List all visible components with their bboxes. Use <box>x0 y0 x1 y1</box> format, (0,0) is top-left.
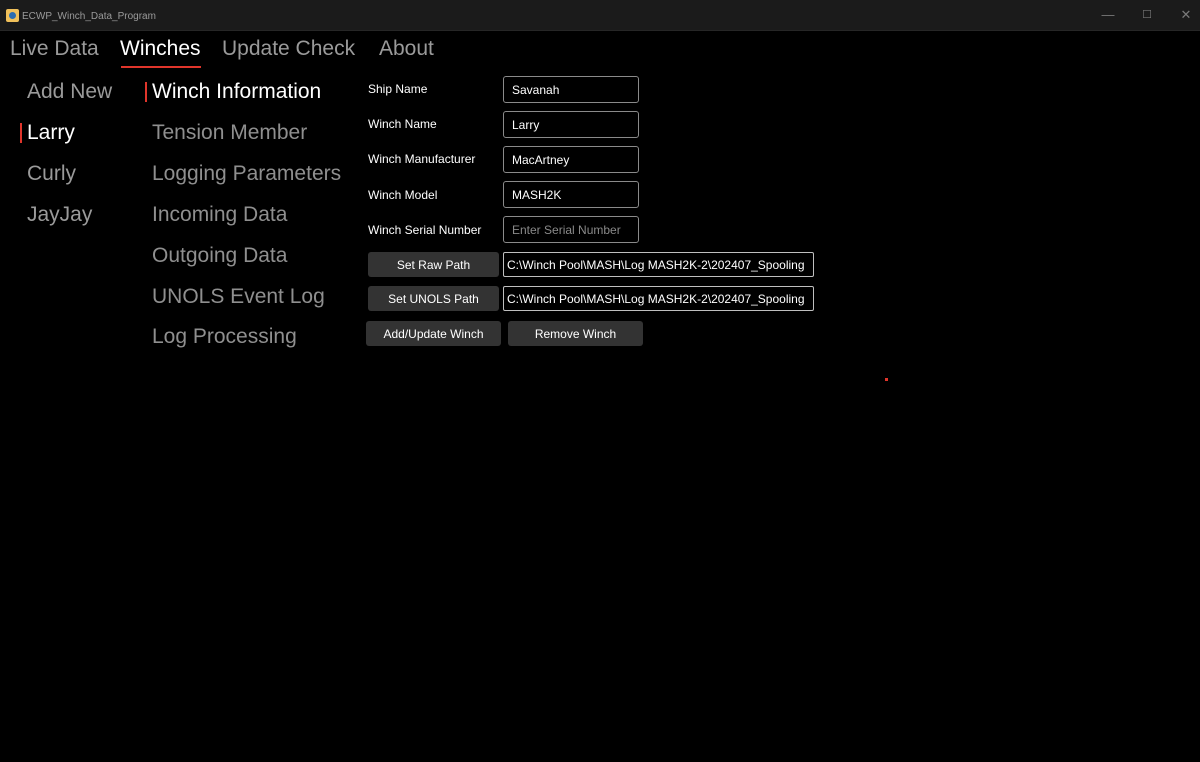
winch-list-add-new[interactable]: Add New <box>27 80 112 104</box>
window-title: ECWP_Winch_Data_Program <box>22 11 156 22</box>
title-bar: ECWP_Winch_Data_Program — ☐ ✕ <box>0 0 1200 31</box>
tab-live-data[interactable]: Live Data <box>10 37 99 61</box>
cursor-dot <box>885 378 888 381</box>
close-icon[interactable]: ✕ <box>1173 6 1199 24</box>
tab-update-check[interactable]: Update Check <box>222 37 355 61</box>
winch-name-label: Winch Name <box>368 117 437 131</box>
winch-serial-number-label: Winch Serial Number <box>368 223 482 237</box>
set-unols-path-button[interactable]: Set UNOLS Path <box>368 286 499 311</box>
sub-nav-logging-parameters[interactable]: Logging Parameters <box>152 162 341 186</box>
sub-nav-unols-event-log[interactable]: UNOLS Event Log <box>152 285 325 309</box>
maximize-icon[interactable]: ☐ <box>1134 6 1160 24</box>
sub-nav-winch-information[interactable]: Winch Information <box>152 80 321 104</box>
sub-nav-incoming-data[interactable]: Incoming Data <box>152 203 287 227</box>
tab-winches[interactable]: Winches <box>120 37 201 61</box>
raw-path-input[interactable] <box>503 252 814 277</box>
winch-list-jayjay[interactable]: JayJay <box>27 203 92 227</box>
ship-name-input[interactable] <box>503 76 639 103</box>
winch-model-label: Winch Model <box>368 188 438 202</box>
sub-nav-outgoing-data[interactable]: Outgoing Data <box>152 244 287 268</box>
winch-serial-number-input[interactable] <box>503 216 639 243</box>
winch-list-curly[interactable]: Curly <box>27 162 76 186</box>
active-tab-indicator <box>121 66 201 68</box>
ship-name-label: Ship Name <box>368 82 428 96</box>
sub-nav-tension-member[interactable]: Tension Member <box>152 121 307 145</box>
unols-path-input[interactable] <box>503 286 814 311</box>
app-icon <box>6 9 19 22</box>
winch-manufacturer-label: Winch Manufacturer <box>368 152 476 166</box>
remove-winch-button[interactable]: Remove Winch <box>508 321 643 346</box>
winch-list-larry[interactable]: Larry <box>27 121 75 145</box>
set-raw-path-button[interactable]: Set Raw Path <box>368 252 499 277</box>
add-update-winch-button[interactable]: Add/Update Winch <box>366 321 501 346</box>
minimize-icon[interactable]: — <box>1095 6 1121 24</box>
winch-manufacturer-input[interactable] <box>503 146 639 173</box>
selected-winch-indicator <box>20 123 22 143</box>
tab-about[interactable]: About <box>379 37 434 61</box>
winch-model-input[interactable] <box>503 181 639 208</box>
winch-name-input[interactable] <box>503 111 639 138</box>
sub-nav-log-processing[interactable]: Log Processing <box>152 325 297 349</box>
selected-section-indicator <box>145 82 147 102</box>
